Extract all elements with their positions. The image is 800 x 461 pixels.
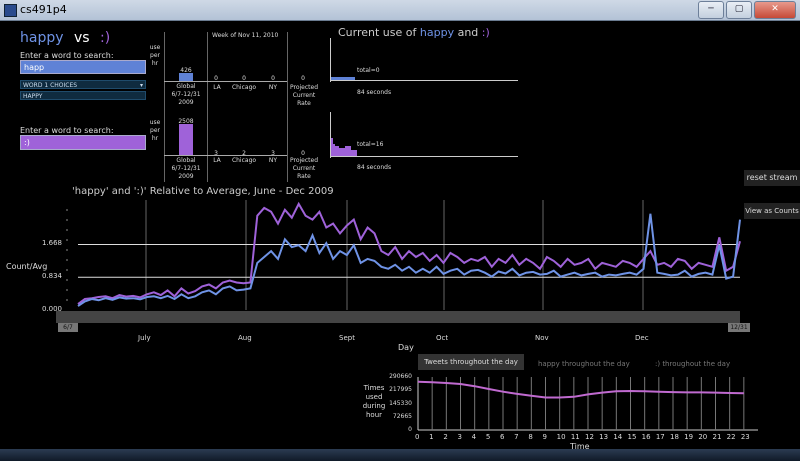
hourly-y-tick-label: 72665	[392, 412, 412, 420]
tab-tweets-throughout-day[interactable]: Tweets throughout the day	[418, 354, 524, 370]
hourly-x-tick-label: 17	[655, 433, 665, 441]
month-label: July	[138, 334, 151, 342]
hourly-x-tick-label: 13	[599, 433, 609, 441]
timeline-end-handle[interactable]: 12/31	[728, 323, 750, 332]
tab-smiley-throughout-day[interactable]: :) throughout the day	[655, 360, 730, 368]
timeline-slider-track[interactable]	[56, 311, 740, 323]
hourly-x-tick-label: 15	[627, 433, 637, 441]
timeline-start-handle[interactable]: 6/7	[58, 323, 78, 332]
month-label: Oct	[436, 334, 449, 342]
x-axis-label: Day	[398, 343, 414, 352]
hourly-y-tick-label: 217995	[389, 386, 412, 394]
hourly-x-tick-label: 2	[443, 433, 448, 441]
hourly-x-tick-label: 12	[585, 433, 594, 441]
month-label: Dec	[635, 334, 649, 342]
hourly-x-tick-label: 14	[613, 433, 623, 441]
hourly-x-tick-label: 19	[684, 433, 694, 441]
hourly-x-tick-label: 10	[556, 433, 566, 441]
hourly-y-tick-label: 290660	[389, 373, 412, 380]
hourly-x-tick-label: 9	[542, 433, 547, 441]
hourly-y-tick-label: 145330	[389, 399, 412, 407]
month-label: Nov	[535, 334, 549, 342]
hourly-x-tick-label: 5	[485, 433, 491, 441]
hourly-series-line	[417, 380, 744, 399]
month-label: Sept	[339, 334, 355, 342]
hourly-y-tick-label: 0	[408, 426, 412, 433]
hourly-x-tick-label: 20	[698, 433, 708, 441]
hourly-x-tick-label: 11	[570, 433, 580, 441]
windows-taskbar	[0, 449, 800, 461]
tab-happy-throughout-day[interactable]: happy throughout the day	[538, 360, 630, 368]
hourly-x-tick-label: 23	[740, 433, 750, 441]
hourly-x-tick-label: 8	[528, 433, 533, 441]
hourly-x-tick-label: 22	[726, 433, 736, 441]
hourly-x-tick-label: 4	[471, 433, 477, 441]
month-label: Aug	[238, 334, 252, 342]
hourly-x-tick-label: 7	[514, 433, 519, 441]
hourly-x-tick-label: 18	[670, 433, 679, 441]
series-line	[77, 201, 741, 305]
hourly-x-tick-label: 6	[500, 433, 505, 441]
hourly-x-tick-label: 0	[415, 433, 420, 441]
hourly-x-tick-label: 1	[429, 433, 434, 441]
hourly-x-tick-label: 3	[457, 433, 462, 441]
hourly-x-tick-label: 16	[641, 433, 651, 441]
hourly-x-tick-label: 21	[712, 433, 722, 441]
